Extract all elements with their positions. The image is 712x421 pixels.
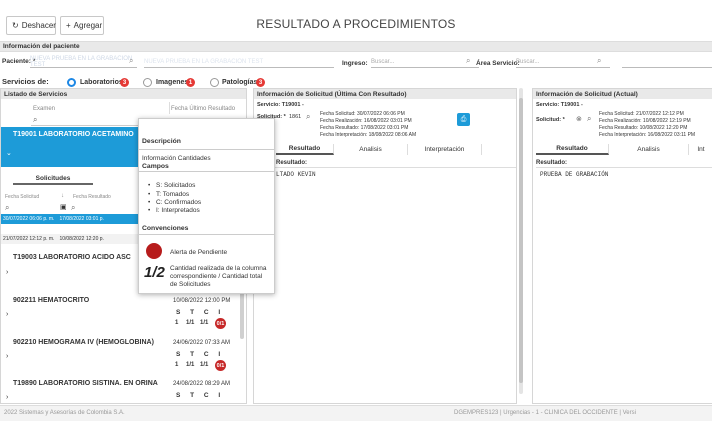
area-label: Área Servicio: (476, 60, 520, 67)
chevron-right-icon[interactable]: › (6, 311, 8, 318)
tab-analisis[interactable]: Analisis (334, 144, 408, 155)
panel-header: Información de Solicitud (Actual) (533, 89, 712, 99)
result-textarea[interactable]: LTADO KEVIN (274, 167, 516, 401)
ratio-example: 1/2 (144, 264, 165, 281)
service-name: T19890 LABORATORIO SISTINA. EN ORINA (13, 380, 158, 387)
service-date: 10/08/2022 12:00 PM (173, 298, 231, 304)
session-info: DGEMPRES123 | Urgencias - 1 - CLINICA DE… (454, 410, 636, 416)
pending-alert-icon (146, 243, 162, 259)
service-date: 24/08/2022 08:29 AM (173, 381, 231, 387)
service-name: 902211 HEMATOCRITO (13, 297, 90, 304)
radio-label-patologias: Patologías (222, 79, 258, 86)
panel-header: Información de Solicitud (Última Con Res… (254, 89, 516, 99)
tab-interpretacion[interactable]: Interpretación (408, 144, 482, 155)
service-date: 24/06/2022 07:33 AM (173, 340, 231, 346)
info-tooltip: Descripción Información Cantidades Campo… (138, 118, 275, 294)
search-icon[interactable]: ⌕ (597, 56, 601, 66)
radio-label-laboratorios: Laboratorios (80, 79, 123, 86)
col-date[interactable]: Fecha Último Resultado (171, 106, 235, 112)
tab-analisis[interactable]: Analisis (609, 144, 689, 155)
print-button[interactable]: ⎙ (457, 113, 470, 126)
service-field: Servicio: T19001 - (536, 102, 583, 108)
stc-header: S T C I (176, 309, 225, 316)
radio-imagenes[interactable] (143, 78, 152, 87)
ingreso-input[interactable]: Buscar... (371, 56, 479, 68)
tab-interpretacion[interactable]: Int (689, 144, 712, 155)
result-label: Resultado: (276, 160, 308, 166)
request-row[interactable]: 21/07/2022 12:12 p. m. 10/08/2022 12:20 p… (1, 234, 139, 244)
print-icon: ⎙ (460, 115, 467, 123)
service-name: T19003 LABORATORIO ACIDO ASC (13, 254, 131, 261)
clear-icon[interactable]: ⊗ (576, 115, 582, 123)
count-badge: 1 (186, 78, 195, 87)
search-icon[interactable]: ⌕ (129, 56, 133, 66)
result-label: Resultado: (536, 160, 568, 166)
scrollbar-thumb[interactable] (519, 98, 523, 383)
stc-header: S T C I (176, 351, 225, 358)
search-icon[interactable]: ⌕ (587, 114, 591, 124)
request-row[interactable]: 30/07/2022 06:06 p. m. 17/08/2022 03:01 p… (1, 214, 139, 224)
pending-alert-badge: 0/1 (215, 360, 226, 371)
search-icon[interactable]: ⌕ (33, 115, 37, 125)
result-textarea[interactable]: PRUEBA DE GRABACIÓN (536, 167, 712, 401)
service-name: 902210 HEMOGRAMA IV (HEMOGLOBINA) (13, 339, 154, 346)
sort-icon[interactable]: ↓ (61, 193, 64, 199)
area-input[interactable]: Buscar... (516, 56, 610, 68)
sub-col-fecha-resultado[interactable]: Fecha Resultado (73, 194, 111, 200)
service-field: Servicio: T19001 - (257, 102, 304, 108)
last-result-panel: Información de Solicitud (Última Con Res… (253, 88, 517, 404)
tab-solicitudes[interactable]: Solicitudes (13, 173, 93, 185)
extra-field (622, 56, 712, 68)
tab-resultado[interactable]: Resultado (276, 144, 334, 155)
patient-name-field: NUEVA PRUEBA EN LA GRABACION TEST (144, 56, 334, 68)
count-badge: 3 (120, 78, 129, 87)
chevron-right-icon[interactable]: › (6, 269, 8, 276)
search-icon[interactable]: ⌕ (466, 56, 470, 66)
chevron-right-icon[interactable]: › (6, 353, 8, 360)
radio-laboratorios[interactable] (67, 78, 76, 87)
radio-label-imagenes: Imagenes (156, 79, 189, 86)
current-request-panel: Información de Solicitud (Actual) Servic… (532, 88, 712, 404)
ingreso-label: Ingreso: (342, 60, 368, 67)
radio-patologias[interactable] (210, 78, 219, 87)
search-icon[interactable]: ⌕ (5, 203, 9, 213)
chevron-icon[interactable]: ⌄ (6, 149, 12, 157)
col-exam[interactable]: Examen (33, 106, 55, 112)
stc-header: S T C I (176, 392, 225, 399)
pending-alert-badge: 0/1 (215, 318, 226, 329)
search-icon[interactable]: ⌕ (71, 203, 75, 213)
tab-resultado[interactable]: Resultado (536, 144, 609, 155)
calendar-icon[interactable]: ▣ (60, 203, 67, 211)
solicitud-label: Solicitud: * (536, 117, 565, 123)
chevron-right-icon[interactable]: › (6, 394, 8, 401)
solicitud-value: 1861 (289, 114, 302, 120)
services-list-header: Listado de Servicios (1, 89, 246, 99)
search-icon[interactable]: ⌕ (306, 112, 310, 122)
sub-col-fecha-solicitud[interactable]: Fecha Solicitud (5, 194, 39, 200)
patient-input[interactable]: NUEVA PRUEBA EN LA GRABACION TEST (30, 56, 137, 68)
footer: 2022 Sistemas y Asesorías de Colombia S.… (0, 405, 712, 421)
count-badge: 3 (256, 78, 265, 87)
copyright: 2022 Sistemas y Asesorías de Colombia S.… (4, 410, 125, 416)
patient-section-header: Información del paciente (0, 41, 712, 52)
services-label: Servicios de: (2, 77, 49, 86)
page-title: RESULTADO A PROCEDIMIENTOS (256, 17, 456, 31)
